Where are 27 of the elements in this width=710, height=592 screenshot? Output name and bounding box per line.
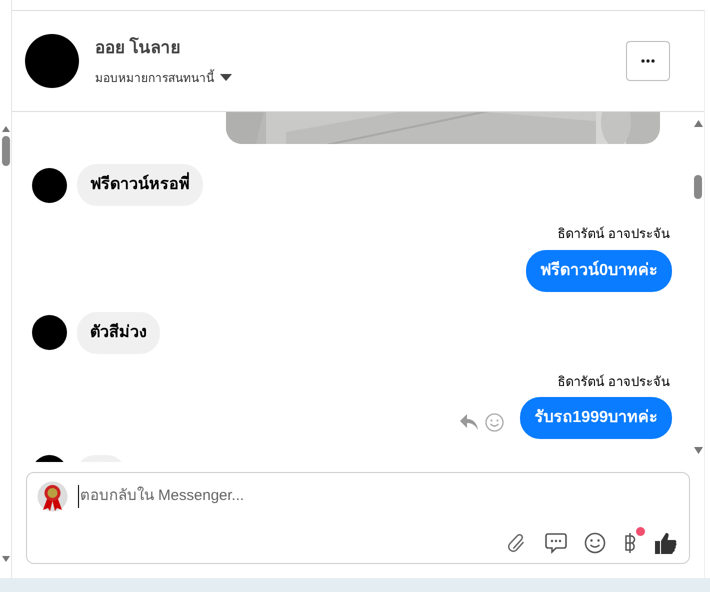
scroll-down-icon[interactable] — [694, 447, 702, 454]
scroll-up-icon[interactable] — [694, 120, 702, 127]
message-bubble: รับรถ1999บาทค่ะ — [520, 397, 672, 439]
scrollbar-thumb[interactable] — [2, 136, 10, 166]
scroll-up-icon[interactable] — [2, 126, 10, 132]
contact-name: ออย โนลาย — [95, 36, 182, 60]
avatar — [32, 168, 67, 202]
more-icon — [641, 59, 655, 63]
assign-dropdown[interactable]: มอบหมายการสนทนานี้ — [95, 68, 232, 87]
reply-input[interactable]: ตอบกลับใน Messenger... — [78, 485, 244, 508]
scroll-down-icon[interactable] — [2, 556, 10, 562]
sender-name: ธิดารัตน์ อาจประจัน — [557, 225, 670, 243]
baht-icon[interactable] — [623, 532, 637, 554]
scrollbar-thumb[interactable] — [694, 175, 702, 199]
emoji-icon[interactable] — [584, 532, 606, 554]
rosette-icon — [37, 481, 68, 512]
message-bubble: ฟรีดาวน์0บาทค่ะ — [526, 250, 672, 292]
reply-box[interactable]: ตอบกลับใน Messenger... — [26, 472, 690, 564]
message-bubble: ฟรีดาวน์หรอพี่ — [77, 164, 203, 206]
caret-icon — [220, 74, 232, 82]
message-bubble: ตัวสีม่วง — [77, 312, 160, 354]
avatar — [25, 34, 79, 88]
reply-icon[interactable] — [459, 413, 480, 431]
speech-bubble-icon[interactable] — [545, 532, 567, 554]
avatar — [32, 315, 67, 350]
sender-name: ธิดารัตน์ อาจประจัน — [557, 372, 670, 390]
thumbs-up-icon[interactable] — [654, 531, 678, 555]
